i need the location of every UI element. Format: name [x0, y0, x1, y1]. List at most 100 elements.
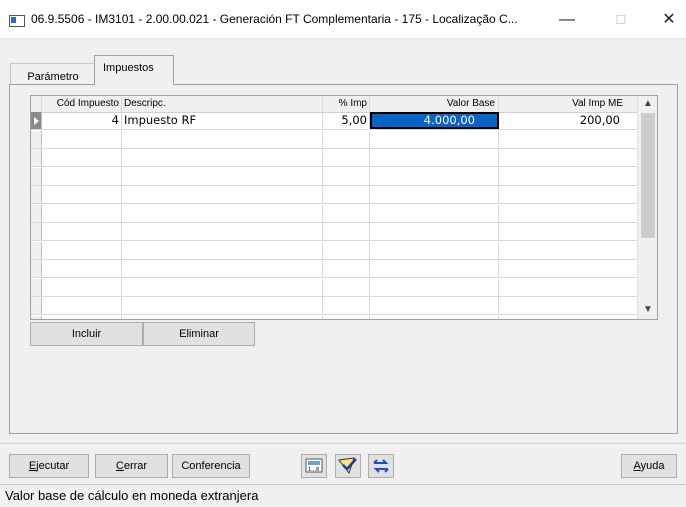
incluir-button[interactable]: Incluir: [30, 322, 143, 346]
empty-cell[interactable]: [323, 315, 370, 319]
empty-cell[interactable]: [370, 149, 499, 166]
empty-cell[interactable]: [122, 149, 323, 166]
row-selector[interactable]: [31, 149, 42, 166]
empty-cell[interactable]: [42, 186, 122, 203]
empty-cell[interactable]: [42, 167, 122, 185]
conferencia-button[interactable]: Conferencia: [172, 454, 250, 478]
cell-valor-base-editor[interactable]: 4.000,00: [370, 112, 499, 129]
empty-cell[interactable]: [370, 241, 499, 259]
row-selector[interactable]: [31, 241, 42, 259]
empty-cell[interactable]: [499, 131, 637, 148]
cell-descripcion[interactable]: Impuesto RF: [122, 112, 323, 129]
minimize-button[interactable]: —: [544, 6, 590, 34]
empty-cell[interactable]: [122, 167, 323, 185]
row-selector[interactable]: [31, 186, 42, 203]
tab-impuestos[interactable]: Impuestos: [94, 55, 174, 85]
empty-cell[interactable]: [122, 315, 323, 319]
refresh-button[interactable]: [368, 454, 394, 478]
empty-cell[interactable]: [499, 168, 637, 185]
cell-val-imp-me[interactable]: 200,00: [499, 112, 626, 129]
empty-cell[interactable]: [323, 186, 370, 203]
eliminar-button[interactable]: Eliminar: [143, 322, 255, 346]
empty-cell[interactable]: [370, 204, 499, 222]
empty-table-row[interactable]: [31, 130, 637, 149]
row-selector[interactable]: [31, 223, 42, 240]
empty-cell[interactable]: [42, 130, 122, 148]
empty-table-row[interactable]: [31, 315, 637, 320]
empty-cell[interactable]: [122, 260, 323, 277]
empty-cell[interactable]: [370, 297, 499, 314]
empty-table-row[interactable]: [31, 278, 637, 297]
empty-table-row[interactable]: [31, 241, 637, 260]
empty-cell[interactable]: [370, 278, 499, 296]
header-pct-imp[interactable]: % Imp: [323, 96, 370, 112]
empty-cell[interactable]: [323, 130, 370, 148]
empty-cell[interactable]: [42, 223, 122, 240]
empty-cell[interactable]: [370, 260, 499, 277]
scroll-down-icon[interactable]: ▼: [638, 302, 657, 318]
empty-cell[interactable]: [323, 278, 370, 296]
header-val-imp-me[interactable]: Val Imp ME: [499, 96, 626, 112]
empty-cell[interactable]: [122, 130, 323, 148]
empty-cell[interactable]: [499, 297, 637, 314]
row-selector[interactable]: [31, 112, 42, 129]
row-selector[interactable]: [31, 167, 42, 185]
empty-cell[interactable]: [323, 260, 370, 277]
header-cod-impuesto[interactable]: Cód Impuesto: [42, 96, 122, 112]
empty-table-row[interactable]: [31, 204, 637, 223]
empty-cell[interactable]: [122, 186, 323, 203]
empty-cell[interactable]: [499, 186, 637, 203]
empty-table-row[interactable]: [31, 297, 637, 315]
row-selector[interactable]: [31, 130, 42, 148]
row-selector[interactable]: [31, 297, 42, 314]
empty-cell[interactable]: [122, 204, 323, 222]
empty-table-row[interactable]: [31, 260, 637, 278]
empty-cell[interactable]: [370, 223, 499, 240]
ayuda-button[interactable]: Ayuda: [621, 454, 677, 478]
empty-cell[interactable]: [499, 279, 637, 296]
empty-cell[interactable]: [42, 315, 122, 319]
empty-cell[interactable]: [323, 223, 370, 240]
ejecutar-button[interactable]: Ejecutar: [9, 454, 89, 478]
empty-cell[interactable]: [122, 297, 323, 314]
empty-table-row[interactable]: [31, 167, 637, 186]
empty-cell[interactable]: [42, 149, 122, 166]
impuestos-grid[interactable]: Cód Impuesto Descripc. % Imp Valor Base …: [30, 95, 658, 320]
empty-cell[interactable]: [122, 278, 323, 296]
close-button[interactable]: ✕: [646, 6, 686, 34]
row-selector[interactable]: [31, 260, 42, 277]
row-selector[interactable]: [31, 315, 42, 319]
empty-cell[interactable]: [42, 241, 122, 259]
empty-cell[interactable]: [122, 223, 323, 240]
cerrar-button[interactable]: Cerrar: [95, 454, 168, 478]
cell-cod-impuesto[interactable]: 4: [42, 112, 122, 129]
empty-cell[interactable]: [499, 316, 637, 320]
maximize-button[interactable]: ☐: [598, 6, 644, 34]
empty-cell[interactable]: [323, 149, 370, 166]
header-descripcion[interactable]: Descripc.: [122, 96, 323, 112]
cell-pct-imp[interactable]: 5,00: [323, 112, 370, 129]
row-selector[interactable]: [31, 204, 42, 222]
empty-cell[interactable]: [499, 260, 637, 277]
scroll-up-icon[interactable]: ▲: [638, 96, 657, 112]
empty-cell[interactable]: [42, 204, 122, 222]
empty-cell[interactable]: [323, 241, 370, 259]
empty-cell[interactable]: [370, 167, 499, 185]
row-selector[interactable]: [31, 278, 42, 296]
empty-cell[interactable]: [323, 204, 370, 222]
tab-parametro[interactable]: Parámetro: [10, 63, 96, 86]
empty-cell[interactable]: [499, 223, 637, 240]
grid-vertical-scrollbar[interactable]: ▲ ▼: [637, 96, 657, 319]
empty-cell[interactable]: [42, 260, 122, 277]
empty-cell[interactable]: [370, 130, 499, 148]
empty-cell[interactable]: [42, 297, 122, 314]
scrollbar-thumb[interactable]: [641, 113, 655, 238]
empty-table-row[interactable]: [31, 149, 637, 167]
empty-cell[interactable]: [499, 205, 637, 222]
empty-cell[interactable]: [323, 167, 370, 185]
check-button[interactable]: [335, 454, 361, 478]
calculator-button[interactable]: 1...8: [301, 454, 327, 478]
empty-cell[interactable]: [42, 278, 122, 296]
table-row[interactable]: 4 Impuesto RF 5,00 4.000,00 200,00: [31, 112, 637, 130]
empty-cell[interactable]: [370, 186, 499, 203]
